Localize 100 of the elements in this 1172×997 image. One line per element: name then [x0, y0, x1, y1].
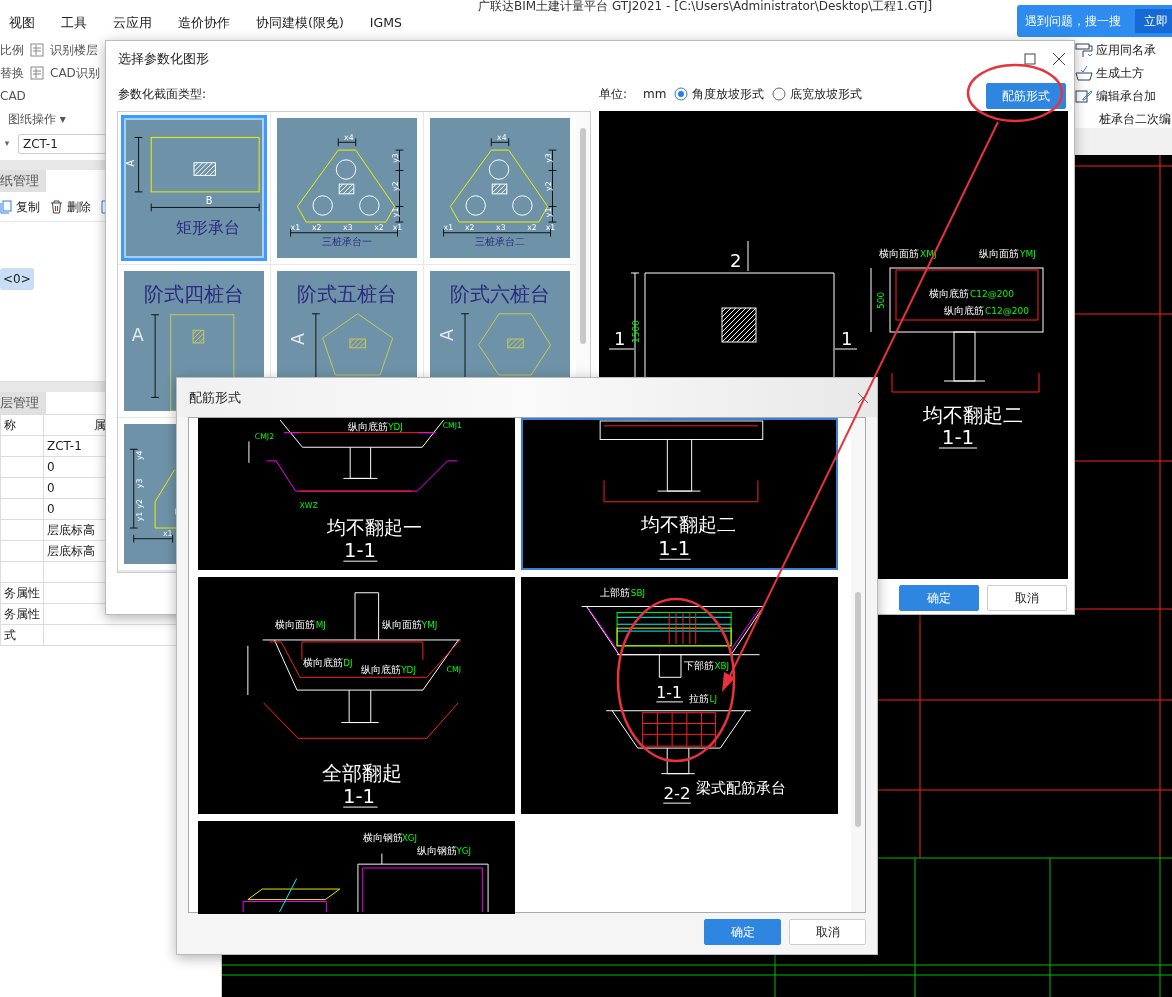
diagram-label: C12@200 — [970, 289, 1014, 299]
rebar-option[interactable]: 横向面筋 MJ 纵向面筋YMJ 横向底筋 DJ 纵向底筋YDJ CMJ 全部翻起 1-1 — [198, 577, 515, 814]
confirm-button[interactable]: 确定 — [704, 919, 781, 945]
menu-item[interactable]: 云应用 — [113, 14, 152, 33]
dimension-label: x3 — [343, 222, 353, 232]
rebar-style-button[interactable]: 配筋形式 — [986, 83, 1066, 109]
dimension-label: y3 — [390, 153, 400, 163]
menu-item[interactable]: 视图 — [9, 14, 35, 33]
rebar-option[interactable]: 横向钢筋XGJ 纵向钢筋YGJ — [198, 821, 515, 914]
scrollbar-thumb[interactable] — [580, 128, 586, 344]
unit-value: mm — [643, 86, 667, 103]
dimension-label: y3 — [543, 153, 553, 163]
ribbon-item[interactable]: 比例 — [0, 40, 24, 59]
ribbon-item[interactable]: 编辑承台加 — [1096, 86, 1156, 105]
panel-tab[interactable]: 层管理 — [0, 392, 46, 414]
ribbon-item[interactable]: 生成土方 — [1096, 64, 1144, 83]
table-cell: 0 — [47, 460, 55, 474]
dimension-label: A — [437, 329, 458, 341]
ribbon-item[interactable]: 替换 — [0, 63, 24, 82]
menu-item[interactable]: 工具 — [61, 14, 87, 33]
ribbon-item[interactable]: 应用同名承 — [1096, 41, 1156, 60]
table-cell: 务属性 — [4, 607, 40, 621]
option-caption: 均不翻起二 — [641, 513, 737, 536]
diagram-label: YMJ — [1020, 249, 1036, 259]
radio-label[interactable]: 角度放坡形式 — [692, 85, 765, 103]
ribbon-dropdown[interactable]: 图纸操作 ▾ — [0, 109, 66, 128]
dimension-label: y4 — [135, 450, 145, 460]
table-cell: ZCT-1 — [47, 439, 82, 453]
diagram-label: XWZ — [299, 500, 318, 510]
dimension-label: y1 — [135, 511, 145, 522]
dimension-label: x1 — [162, 528, 173, 538]
trash-icon — [50, 199, 63, 214]
dimension-label: A — [131, 325, 144, 345]
table-cell: 0 — [47, 502, 55, 516]
rebar-option[interactable]: 上部筋 SBJ 下部筋 XBJ 拉筋 LJ 梁式配筋承台 1-1 2-2 — [521, 577, 838, 814]
diagram-label: 上部筋 — [600, 586, 631, 598]
dimension-label: x1 — [290, 222, 301, 232]
diagram-label: YDJ — [401, 665, 417, 676]
dialog-title: 选择参数化图形 — [118, 50, 209, 69]
diagram-label: 1 — [614, 328, 626, 349]
diagram-label: YDJ — [388, 421, 403, 432]
ribbon-item[interactable]: CAD识别 — [50, 63, 100, 82]
maximize-icon[interactable] — [1024, 53, 1036, 65]
section-mark: 1-1 — [342, 785, 375, 809]
section-mark: 1-1 — [941, 425, 975, 449]
diagram-label: SBJ — [630, 587, 646, 598]
radio-label[interactable]: 底宽放坡形式 — [790, 85, 863, 103]
dimension-label: y1 — [543, 207, 553, 218]
field-label: 参数化截面类型: — [118, 86, 208, 103]
menu-item[interactable]: 造价协作 — [178, 14, 230, 33]
close-icon[interactable] — [857, 391, 869, 404]
shape-caption: 矩形承台 — [175, 218, 240, 237]
menu-item[interactable]: IGMS — [369, 14, 402, 33]
diagram-label: XBJ — [714, 661, 730, 672]
basket-check-icon — [1075, 65, 1093, 82]
scrollbar-thumb[interactable] — [855, 592, 862, 827]
diagram-label: 拉筋 — [688, 692, 709, 704]
ribbon-item[interactable]: 识别楼层 — [50, 40, 98, 59]
cancel-button[interactable]: 取消 — [789, 919, 866, 945]
confirm-button[interactable]: 确定 — [899, 585, 979, 611]
ribbon-item[interactable]: 桩承台二次编 — [1099, 109, 1171, 128]
copy-icon — [0, 199, 12, 214]
diagram-caption: 均不翻起二 — [923, 403, 1023, 427]
diagram-label: 横向钢筋 — [362, 832, 403, 844]
recognize-icon — [30, 42, 44, 57]
shape-option[interactable]: A B 矩形承台 — [121, 115, 267, 261]
ribbon-item[interactable]: CAD — [0, 86, 26, 105]
tree-item[interactable]: <0> — [0, 268, 34, 290]
toolbar-button[interactable]: 复制 — [16, 197, 40, 216]
radio-button[interactable] — [674, 87, 689, 101]
section-mark: 1-1 — [658, 537, 691, 561]
diagram-label: CMJ — [446, 665, 462, 675]
panel-tab[interactable]: 纸管理 — [0, 170, 46, 192]
close-icon[interactable] — [1052, 52, 1066, 66]
radio-button[interactable] — [772, 87, 787, 101]
dimension-label: y2 — [135, 499, 145, 509]
dimension-label: x2 — [527, 222, 537, 232]
dimension-label: y1 — [390, 207, 400, 218]
dimension-label: A — [124, 159, 136, 167]
menu-item[interactable]: 协同建模(限免) — [256, 14, 344, 33]
dimension-label: x1 — [443, 222, 454, 232]
help-button[interactable]: 立即 — [1135, 9, 1172, 33]
dimension-label: x3 — [496, 222, 506, 232]
table-cell: 层底标高 — [47, 523, 95, 537]
rebar-option[interactable]: 均不翻起二 1-1 — [521, 418, 838, 570]
dropdown-caret[interactable]: ▾ — [0, 137, 14, 151]
dimension-label: A — [288, 332, 309, 345]
diagram-label: 纵向底筋 — [360, 664, 401, 676]
rebar-option[interactable]: 纵向底筋YDJ CMJ1 CMJ2 XWZ 均不翻起一 1-1 — [198, 418, 515, 570]
shape-caption: 阶式六桩台 — [450, 282, 550, 307]
diagram-label: YGJ — [456, 845, 471, 856]
diagram-label: 纵向底筋 — [944, 305, 984, 316]
cancel-button[interactable]: 取消 — [987, 585, 1067, 611]
diagram-label: 横向底筋 — [302, 657, 343, 669]
option-caption: 梁式配筋承台 — [695, 779, 786, 797]
diagram-label: C12@200 — [985, 306, 1029, 316]
diagram-label: 横向面筋 — [879, 248, 919, 259]
dimension-label: x2 — [312, 222, 322, 232]
option-caption: 均不翻起一 — [327, 515, 422, 539]
toolbar-button[interactable]: 删除 — [67, 197, 91, 216]
